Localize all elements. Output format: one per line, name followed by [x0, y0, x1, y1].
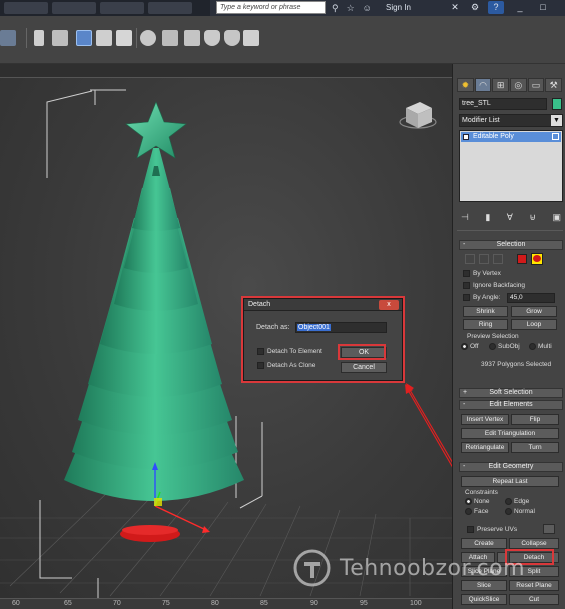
preserve-uvs-option[interactable]: Preserve UVs [467, 525, 517, 535]
constraint-face-radio[interactable]: Face [465, 507, 488, 517]
bulb-icon[interactable] [463, 134, 469, 140]
utilities-tab-icon[interactable]: ⚒ [545, 78, 563, 92]
time-ruler[interactable]: 60 65 70 75 80 85 90 95 100 [0, 598, 452, 609]
detach-as-label: Detach as: [256, 324, 290, 331]
remove-modifier-icon[interactable]: ⊌ [529, 210, 536, 224]
quickslice-button[interactable]: QuickSlice [461, 594, 507, 605]
ruler-tick: 95 [360, 600, 368, 607]
object-name-field[interactable]: tree_STL [459, 98, 547, 110]
selection-status: 3937 Polygons Selected [481, 361, 552, 368]
ruler-tick: 80 [211, 600, 219, 607]
constraint-none-radio[interactable]: None [465, 497, 490, 507]
make-unique-icon[interactable]: ∀ [507, 210, 513, 224]
ruler-tick: 70 [113, 600, 121, 607]
modify-tab-icon[interactable]: ◠ [474, 78, 492, 92]
rollout-soft-selection[interactable]: + Soft Selection [459, 388, 563, 398]
motion-tab-icon[interactable]: ◎ [510, 78, 527, 92]
stack-item-label: Editable Poly [473, 133, 514, 140]
preview-multi-radio[interactable]: Multi [529, 342, 552, 352]
constraint-edge-radio[interactable]: Edge [505, 497, 529, 507]
turn-button[interactable]: Turn [511, 442, 559, 453]
edge-mode-icon[interactable] [479, 254, 489, 264]
detach-to-element-option[interactable]: Detach To Element [257, 347, 322, 356]
hierarchy-tab-icon[interactable]: ⊞ [492, 78, 510, 92]
shrink-button[interactable]: Shrink [463, 306, 508, 317]
ruler-tick: 85 [260, 600, 268, 607]
preview-off-radio[interactable]: Off [461, 342, 479, 352]
constraint-normal-radio[interactable]: Normal [505, 507, 535, 517]
edit-triangulation-button[interactable]: Edit Triangulation [461, 428, 559, 439]
preview-selection-label: Preview Selection [467, 333, 519, 340]
preview-subobj-radio[interactable]: SubObj [489, 342, 520, 352]
border-mode-icon[interactable] [493, 254, 503, 264]
watermark-logo-icon [293, 549, 331, 587]
element-mode-icon[interactable] [531, 253, 543, 265]
flip-button[interactable]: Flip [511, 414, 559, 425]
modifier-stack: Editable Poly [459, 130, 563, 202]
watermark-text: Tehnoobzor.com [340, 555, 526, 581]
rollout-selection[interactable]: - Selection [459, 240, 563, 250]
show-end-result-icon[interactable]: ▮ [485, 210, 490, 224]
chevron-down-icon[interactable]: ▼ [551, 115, 562, 126]
preserve-uvs-settings-icon[interactable] [543, 524, 555, 534]
ruler-tick: 65 [64, 600, 72, 607]
vertex-mode-icon[interactable] [465, 254, 475, 264]
stack-item-editable-poly[interactable]: Editable Poly [461, 132, 561, 142]
create-tab-icon[interactable]: ✹ [457, 78, 474, 92]
by-angle-option[interactable]: By Angle: [463, 293, 500, 303]
detach-dialog: Detach x Detach as: Object001 Detach To … [243, 298, 403, 381]
close-icon[interactable]: x [379, 300, 399, 310]
by-vertex-option[interactable]: By Vertex [463, 269, 501, 279]
pin-stack-icon[interactable]: ⊣ [461, 210, 469, 224]
ok-highlight [338, 344, 386, 360]
cut-button[interactable]: Cut [509, 594, 559, 605]
cancel-button[interactable]: Cancel [341, 362, 387, 373]
retriangulate-button[interactable]: Retriangulate [461, 442, 509, 453]
command-panel-tabs: ✹ ◠ ⊞ ◎ ▭ ⚒ [457, 78, 563, 94]
rollout-title: Selection [496, 241, 526, 248]
repeat-last-button[interactable]: Repeat Last [461, 476, 559, 487]
watermark: Tehnoobzor.com [292, 548, 525, 588]
grow-button[interactable]: Grow [511, 306, 557, 317]
configure-sets-icon[interactable]: ▣ [552, 210, 561, 224]
dialog-title: Detach x [244, 299, 402, 311]
rollout-edit-elements[interactable]: - Edit Elements [459, 400, 563, 410]
ignore-backfacing-option[interactable]: Ignore Backfacing [463, 281, 525, 291]
rollout-edit-geometry[interactable]: - Edit Geometry [459, 462, 563, 472]
angle-spinner[interactable]: 45,0 [507, 293, 555, 303]
modifier-list-dropdown[interactable]: Modifier List ▼ [459, 114, 563, 127]
ruler-tick: 75 [162, 600, 170, 607]
stack-toolbar: ⊣ ▮ ∀ ⊌ ▣ [459, 210, 563, 224]
object-color-swatch[interactable] [552, 98, 562, 110]
detach-as-input[interactable]: Object001 [295, 322, 387, 333]
ruler-tick: 90 [310, 600, 318, 607]
polygon-mode-icon[interactable] [517, 254, 527, 264]
ruler-tick: 100 [410, 600, 422, 607]
ruler-tick: 60 [12, 600, 20, 607]
loop-button[interactable]: Loop [511, 319, 557, 330]
display-tab-icon[interactable]: ▭ [527, 78, 545, 92]
detach-as-clone-option[interactable]: Detach As Clone [257, 361, 315, 370]
modifier-list-label: Modifier List [462, 117, 500, 124]
subobject-icon[interactable] [552, 133, 559, 140]
command-panel: ✹ ◠ ⊞ ◎ ▭ ⚒ tree_STL Modifier List ▼ Edi… [452, 64, 565, 609]
ring-button[interactable]: Ring [463, 319, 508, 330]
divider [457, 230, 563, 231]
insert-vertex-button[interactable]: Insert Vertex [461, 414, 509, 425]
